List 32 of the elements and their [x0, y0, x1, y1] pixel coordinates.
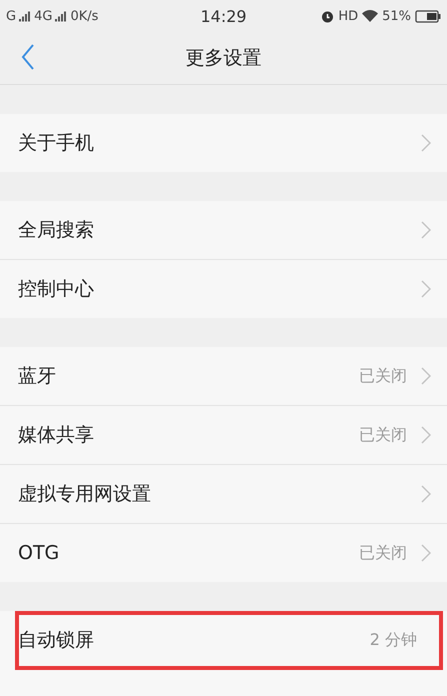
- row-label: 控制中心: [18, 277, 95, 302]
- row-value: 2 分钟: [370, 630, 417, 650]
- chevron-icon: [421, 367, 431, 385]
- row-label: 全局搜索: [18, 218, 95, 243]
- row-value: 已关闭: [359, 424, 407, 446]
- row-label: 媒体共享: [18, 423, 95, 448]
- network-speed: 0K/s: [70, 8, 98, 24]
- clock: 14:29: [200, 6, 247, 26]
- chevron-icon: [421, 134, 431, 152]
- wifi-icon: [362, 10, 378, 22]
- battery-icon: [415, 10, 442, 22]
- row-label: 关于手机: [18, 131, 95, 156]
- network-label: 4G: [34, 8, 52, 24]
- battery-percent: 51%: [382, 8, 412, 24]
- signal-icon: [55, 10, 68, 22]
- row-value: 已关闭: [359, 542, 407, 564]
- carrier-label: G: [6, 8, 16, 24]
- row-label: 蓝牙: [18, 364, 57, 389]
- chevron-icon: [421, 485, 431, 503]
- row-label: 自动锁屏: [18, 628, 95, 653]
- chevron-icon: [421, 280, 431, 298]
- hd-label: HD: [338, 8, 358, 24]
- settings-row[interactable]: 自动锁屏 2 分钟: [15, 611, 443, 670]
- chevron-icon: [421, 544, 431, 562]
- alarm-icon: [321, 10, 334, 22]
- chevron-icon: [421, 426, 431, 444]
- page-title: 更多设置: [186, 46, 262, 71]
- row-label: 虚拟专用网设置: [18, 482, 152, 507]
- chevron-icon: [421, 221, 431, 239]
- row-label: OTG: [18, 542, 60, 564]
- row-value: 已关闭: [359, 366, 407, 386]
- signal-icon: [19, 10, 32, 22]
